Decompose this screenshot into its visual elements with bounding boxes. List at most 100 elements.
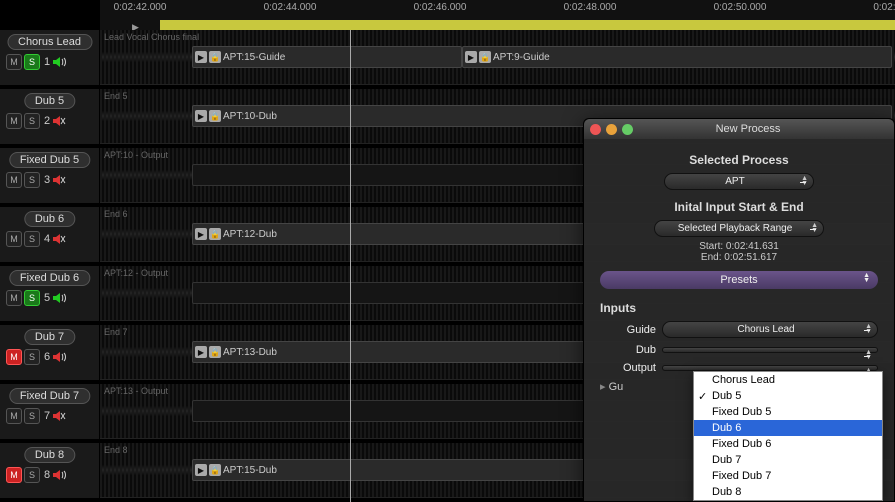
play-icon[interactable]: ▶ bbox=[195, 464, 207, 476]
mute-button[interactable]: M bbox=[6, 467, 22, 483]
solo-button[interactable]: S bbox=[24, 290, 40, 306]
solo-button[interactable]: S bbox=[24, 172, 40, 188]
solo-button[interactable]: S bbox=[24, 231, 40, 247]
track-name[interactable]: Dub 5 bbox=[24, 93, 75, 109]
solo-button[interactable]: S bbox=[24, 408, 40, 424]
mute-button[interactable]: M bbox=[6, 349, 22, 365]
clip[interactable]: ▶🔒APT:9-Guide bbox=[462, 46, 892, 68]
tick: 0:02:42.000 bbox=[114, 2, 167, 13]
track-name[interactable]: Fixed Dub 5 bbox=[9, 152, 90, 168]
clip-label: APT:12-Dub bbox=[223, 229, 277, 240]
track-header[interactable]: Dub 6MS4 bbox=[0, 207, 100, 262]
range-select[interactable]: Selected Playback Range▲▼ bbox=[654, 220, 824, 237]
output-label: Output bbox=[600, 362, 656, 374]
mute-button[interactable]: M bbox=[6, 113, 22, 129]
lock-icon[interactable]: 🔒 bbox=[209, 110, 221, 122]
mute-button[interactable]: M bbox=[6, 54, 22, 70]
speaker-icon[interactable] bbox=[52, 115, 66, 127]
track-name[interactable]: Dub 7 bbox=[24, 329, 75, 345]
dropdown-item[interactable]: Dub 6 bbox=[694, 420, 882, 436]
track-name[interactable]: Chorus Lead bbox=[7, 34, 92, 50]
play-icon[interactable]: ▶ bbox=[195, 228, 207, 240]
dub-select[interactable]: ▲▼ bbox=[662, 347, 878, 353]
track-name[interactable]: Dub 6 bbox=[24, 211, 75, 227]
lane-label: End 6 bbox=[104, 209, 128, 219]
dropdown-item[interactable]: Fixed Dub 7 bbox=[694, 468, 882, 484]
lock-icon[interactable]: 🔒 bbox=[209, 228, 221, 240]
tick: 0:02:52 bbox=[873, 2, 895, 13]
dropdown-item[interactable]: Fixed Dub 5 bbox=[694, 404, 882, 420]
process-select[interactable]: APT▲▼ bbox=[664, 173, 814, 190]
clip-label: APT:9-Guide bbox=[493, 52, 550, 63]
start-time: Start: 0:02:41.631 bbox=[600, 241, 878, 252]
dropdown-item[interactable]: Fixed Dub 6 bbox=[694, 436, 882, 452]
selected-process-heading: Selected Process bbox=[600, 153, 878, 167]
clip[interactable]: ▶🔒APT:15-Guide bbox=[192, 46, 462, 68]
mute-button[interactable]: M bbox=[6, 172, 22, 188]
solo-button[interactable]: S bbox=[24, 113, 40, 129]
speaker-icon[interactable] bbox=[52, 174, 66, 186]
mute-button[interactable]: M bbox=[6, 408, 22, 424]
timeline-ruler[interactable]: ▶ 0:02:42.000 0:02:44.000 0:02:46.000 0:… bbox=[100, 0, 895, 30]
track-number: 5 bbox=[44, 292, 50, 304]
track-number: 7 bbox=[44, 410, 50, 422]
dropdown-item[interactable]: Dub 5 bbox=[694, 388, 882, 404]
dialog-titlebar[interactable]: New Process bbox=[584, 119, 894, 139]
play-icon[interactable]: ▶ bbox=[195, 346, 207, 358]
play-icon[interactable]: ▶ bbox=[195, 51, 207, 63]
track-name[interactable]: Dub 8 bbox=[24, 447, 75, 463]
track-header[interactable]: Dub 8MS8 bbox=[0, 443, 100, 498]
speaker-icon[interactable] bbox=[52, 56, 66, 68]
play-icon[interactable]: ▶ bbox=[195, 110, 207, 122]
mute-button[interactable]: M bbox=[6, 231, 22, 247]
clip-label: APT:15-Guide bbox=[223, 52, 285, 63]
speaker-icon[interactable] bbox=[52, 233, 66, 245]
track-header[interactable]: Dub 7MS6 bbox=[0, 325, 100, 380]
dropdown-item[interactable]: Dub 8 bbox=[694, 484, 882, 500]
lock-icon[interactable]: 🔒 bbox=[209, 464, 221, 476]
lock-icon[interactable]: 🔒 bbox=[479, 51, 491, 63]
track-header[interactable]: Dub 5MS2 bbox=[0, 89, 100, 144]
zoom-icon[interactable] bbox=[622, 124, 633, 135]
lane-label: Lead Vocal Chorus final bbox=[104, 32, 199, 42]
solo-button[interactable]: S bbox=[24, 54, 40, 70]
clip-label: APT:15-Dub bbox=[223, 465, 277, 476]
guide-label: Guide bbox=[600, 324, 656, 336]
speaker-icon[interactable] bbox=[52, 410, 66, 422]
track-name[interactable]: Fixed Dub 7 bbox=[9, 388, 90, 404]
track-number: 1 bbox=[44, 56, 50, 68]
minimize-icon[interactable] bbox=[606, 124, 617, 135]
tick: 0:02:48.000 bbox=[564, 2, 617, 13]
track-header[interactable]: Fixed Dub 6 MS5 bbox=[0, 266, 100, 321]
close-icon[interactable] bbox=[590, 124, 601, 135]
dropdown-item[interactable]: Dub 7 bbox=[694, 452, 882, 468]
track-name[interactable]: Fixed Dub 6 bbox=[9, 270, 90, 286]
clip-label: APT:13-Dub bbox=[223, 347, 277, 358]
playhead[interactable] bbox=[350, 30, 351, 502]
lock-icon[interactable]: 🔒 bbox=[209, 346, 221, 358]
dropdown-item[interactable]: Chorus Lead bbox=[694, 372, 882, 388]
play-icon[interactable]: ▶ bbox=[465, 51, 477, 63]
lane-label: APT:13 - Output bbox=[104, 386, 168, 396]
lock-icon[interactable]: 🔒 bbox=[209, 51, 221, 63]
speaker-icon[interactable] bbox=[52, 351, 66, 363]
selection-range[interactable] bbox=[160, 20, 895, 30]
track-header[interactable]: Fixed Dub 5 MS3 bbox=[0, 148, 100, 203]
guide-select[interactable]: Chorus Lead▲▼ bbox=[662, 321, 878, 338]
mute-button[interactable]: M bbox=[6, 290, 22, 306]
lane-label: End 7 bbox=[104, 327, 128, 337]
speaker-icon[interactable] bbox=[52, 292, 66, 304]
track-lane[interactable]: Lead Vocal Chorus final▶🔒APT:15-Guide▶🔒A… bbox=[100, 30, 895, 85]
dub-label: Dub bbox=[600, 344, 656, 356]
dub-dropdown[interactable]: Chorus LeadDub 5Fixed Dub 5Dub 6Fixed Du… bbox=[693, 371, 883, 501]
track-header[interactable]: Chorus Lead MS1 bbox=[0, 30, 100, 85]
track-number: 2 bbox=[44, 115, 50, 127]
presets-button[interactable]: Presets▲▼ bbox=[600, 271, 878, 289]
track-header[interactable]: Fixed Dub 7 MS7 bbox=[0, 384, 100, 439]
solo-button[interactable]: S bbox=[24, 467, 40, 483]
speaker-icon[interactable] bbox=[52, 469, 66, 481]
inputs-heading: Inputs bbox=[600, 301, 878, 315]
lane-label: End 5 bbox=[104, 91, 128, 101]
solo-button[interactable]: S bbox=[24, 349, 40, 365]
track-number: 3 bbox=[44, 174, 50, 186]
